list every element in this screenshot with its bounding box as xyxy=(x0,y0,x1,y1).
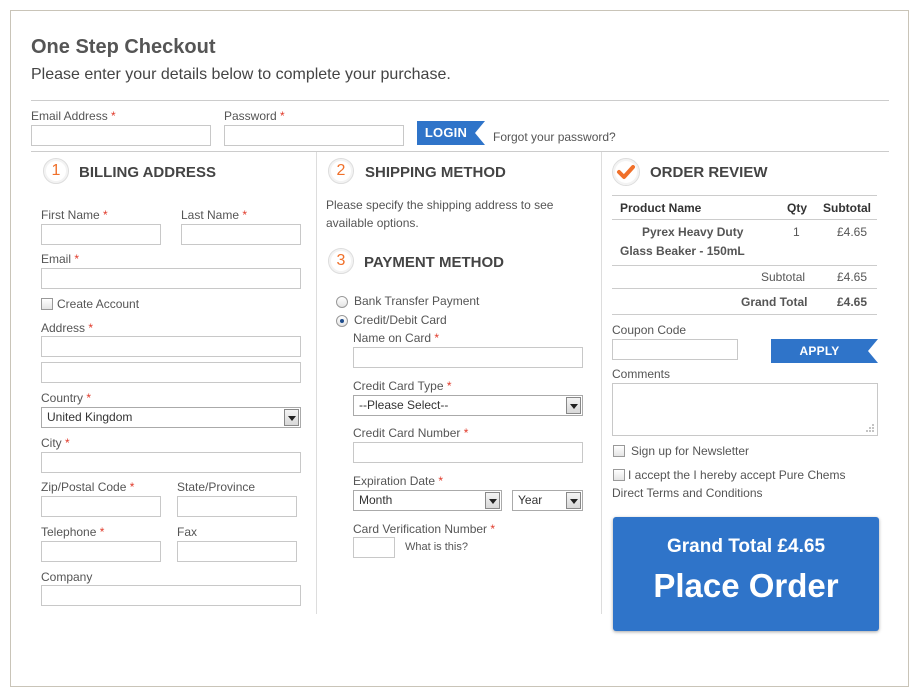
step-2-badge: 2 xyxy=(328,158,354,184)
grand-total-line xyxy=(612,314,877,315)
col-subtotal: Subtotal xyxy=(823,201,871,215)
credit-card-label: Credit/Debit Card xyxy=(354,313,447,327)
name-on-card-label: Name on Card * xyxy=(353,331,440,345)
chevron-down-icon xyxy=(566,492,581,509)
apply-coupon-button[interactable]: APPLY COUPON xyxy=(771,339,878,382)
newsletter-checkbox[interactable] xyxy=(613,445,625,457)
comments-label: Comments xyxy=(612,367,671,381)
login-password-input[interactable] xyxy=(224,125,404,146)
col-product-name: Product Name xyxy=(620,201,702,215)
grand-total-label: Grand Total xyxy=(741,295,808,309)
address-label: Address * xyxy=(41,321,94,335)
telephone-label: Telephone * xyxy=(41,525,105,539)
create-account-label: Create Account xyxy=(57,297,140,311)
item-name-line2: Glass Beaker - 150mL xyxy=(620,244,745,258)
place-order-total: Grand Total £4.65 xyxy=(666,536,826,557)
cvn-label: Card Verification Number * xyxy=(353,522,496,536)
password-label: Password * xyxy=(224,109,285,123)
resize-handle-icon[interactable] xyxy=(865,423,875,433)
fax-label: Fax xyxy=(177,525,198,539)
table-row-line xyxy=(612,265,877,266)
header-divider xyxy=(31,100,889,101)
credit-card-radio[interactable] xyxy=(336,315,348,327)
card-number-label: Credit Card Number * xyxy=(353,426,469,440)
state-label: State/Province xyxy=(177,480,256,494)
telephone-input[interactable] xyxy=(41,541,161,562)
terms-label-line2[interactable]: Direct Terms and Conditions xyxy=(612,486,763,500)
country-label: Country * xyxy=(41,391,92,405)
expiry-year-select[interactable]: Year xyxy=(512,490,583,511)
coupon-code-label: Coupon Code xyxy=(612,323,687,337)
subtotal-label: Subtotal xyxy=(761,270,806,284)
first-name-input[interactable] xyxy=(41,224,161,245)
chevron-down-icon xyxy=(284,409,299,426)
login-divider xyxy=(31,151,889,152)
item-name-line1: Pyrex Heavy Duty xyxy=(642,225,744,239)
last-name-label: Last Name * xyxy=(181,208,248,222)
zip-input[interactable] xyxy=(41,496,161,517)
column-divider-1 xyxy=(316,152,317,614)
billing-title: BILLING ADDRESS xyxy=(79,164,216,181)
shipping-note-line2: available options. xyxy=(326,216,419,230)
email-input[interactable] xyxy=(41,268,301,289)
create-account-checkbox[interactable] xyxy=(41,298,53,310)
step-3-badge: 3 xyxy=(328,248,354,274)
what-is-this-link[interactable]: What is this? xyxy=(405,541,468,553)
terms-checkbox[interactable] xyxy=(613,469,625,481)
shipping-title: SHIPPING METHOD xyxy=(365,164,506,181)
city-label: City * xyxy=(41,436,70,450)
card-type-label: Credit Card Type * xyxy=(353,379,452,393)
col-qty: Qty xyxy=(787,201,808,215)
grand-total-value: £4.65 xyxy=(837,295,868,309)
address-line1-input[interactable] xyxy=(41,336,301,357)
checkmark-icon xyxy=(612,158,640,186)
card-type-select[interactable]: --Please Select-- xyxy=(353,395,583,416)
state-input[interactable] xyxy=(177,496,297,517)
shipping-note-line1: Please specify the shipping address to s… xyxy=(326,198,554,212)
last-name-input[interactable] xyxy=(181,224,301,245)
order-review-title: ORDER REVIEW xyxy=(650,164,768,181)
coupon-code-input[interactable] xyxy=(612,339,738,360)
column-divider-2 xyxy=(601,152,602,614)
item-qty: 1 xyxy=(793,225,800,239)
city-input[interactable] xyxy=(41,452,301,473)
zip-label: Zip/Postal Code * xyxy=(41,480,135,494)
newsletter-label: Sign up for Newsletter xyxy=(631,444,750,458)
item-subtotal: £4.65 xyxy=(837,225,868,239)
step-1-badge: 1 xyxy=(43,158,69,184)
place-order-label: Place Order xyxy=(653,567,839,604)
address-line2-input[interactable] xyxy=(41,362,301,383)
fax-input[interactable] xyxy=(177,541,297,562)
expiration-label: Expiration Date * xyxy=(353,474,444,488)
company-label: Company xyxy=(41,570,93,584)
subtotal-line xyxy=(612,288,877,289)
email-address-label: Email Address * xyxy=(31,109,116,123)
comments-textarea[interactable] xyxy=(612,383,878,436)
page-title: One Step Checkout xyxy=(31,36,216,58)
table-row: Pyrex Heavy Duty Glass Beaker - 150mL 1 … xyxy=(612,220,877,264)
email-label: Email * xyxy=(41,252,80,266)
company-input[interactable] xyxy=(41,585,301,606)
table-top-line xyxy=(612,195,877,196)
country-select[interactable]: United Kingdom xyxy=(41,407,301,428)
login-email-input[interactable] xyxy=(31,125,211,146)
login-button[interactable]: LOGIN xyxy=(417,121,485,145)
expiry-month-select[interactable]: Month xyxy=(353,490,502,511)
name-on-card-input[interactable] xyxy=(353,347,583,368)
subtotal-value: £4.65 xyxy=(837,270,868,284)
forgot-password-link[interactable]: Forgot your password? xyxy=(493,130,616,144)
place-order-button[interactable]: Grand Total £4.65 Place Order xyxy=(613,517,879,631)
terms-label-line1: I accept the I hereby accept Pure Chems xyxy=(628,468,846,482)
card-number-input[interactable] xyxy=(353,442,583,463)
first-name-label: First Name * xyxy=(41,208,108,222)
chevron-down-icon xyxy=(566,397,581,414)
bank-transfer-label: Bank Transfer Payment xyxy=(354,294,480,308)
page-subtitle: Please enter your details below to compl… xyxy=(31,66,451,83)
payment-title: PAYMENT METHOD xyxy=(364,254,505,271)
chevron-down-icon xyxy=(485,492,500,509)
cvn-input[interactable] xyxy=(353,537,395,558)
bank-transfer-radio[interactable] xyxy=(336,296,348,308)
